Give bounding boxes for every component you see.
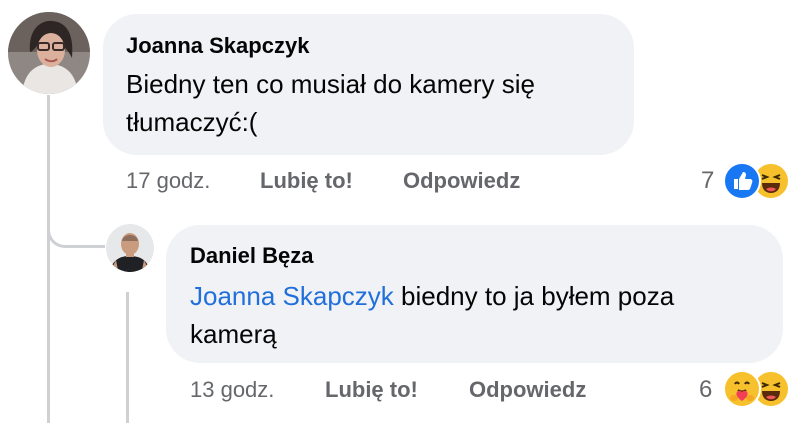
comment-text: Biedny ten co musiał do kamery się tłuma… [126, 65, 535, 141]
comment-text-line2: tłumaczyć:( [126, 107, 258, 137]
avatar[interactable] [8, 12, 90, 94]
reply-reply-button[interactable]: Odpowiedz [469, 377, 586, 403]
reaction-count[interactable]: 7 [701, 167, 714, 195]
thread-line-branch [47, 200, 105, 248]
care-icon[interactable] [723, 370, 761, 408]
like-icon[interactable] [723, 162, 761, 200]
user-photo-icon [8, 12, 90, 94]
reply-text-line2: kamerą [190, 319, 277, 349]
reply-avatar[interactable] [106, 224, 154, 272]
user-photo-icon [106, 224, 154, 272]
mention-link[interactable]: Joanna Skapczyk [190, 281, 394, 311]
comment-author[interactable]: Joanna Skapczyk [126, 33, 309, 59]
comment-text-line1: Biedny ten co musiał do kamery się [126, 69, 535, 99]
reply-timestamp[interactable]: 13 godz. [190, 377, 274, 403]
reply-reaction-count[interactable]: 6 [699, 376, 712, 404]
thread-line-main [47, 95, 50, 423]
thread-line-reply [126, 292, 129, 423]
reply-text-line1-rest: biedny to ja byłem poza [393, 281, 675, 311]
reply-like-button[interactable]: Lubię to! [325, 377, 418, 403]
reply-text-line1: Joanna Skapczyk biedny to ja byłem poza [190, 277, 674, 315]
reply-button[interactable]: Odpowiedz [403, 168, 520, 194]
comment-timestamp[interactable]: 17 godz. [126, 168, 210, 194]
like-button[interactable]: Lubię to! [260, 168, 353, 194]
reply-text: Joanna Skapczyk biedny to ja byłem poza … [190, 277, 674, 353]
reply-author[interactable]: Daniel Bęza [190, 243, 314, 269]
